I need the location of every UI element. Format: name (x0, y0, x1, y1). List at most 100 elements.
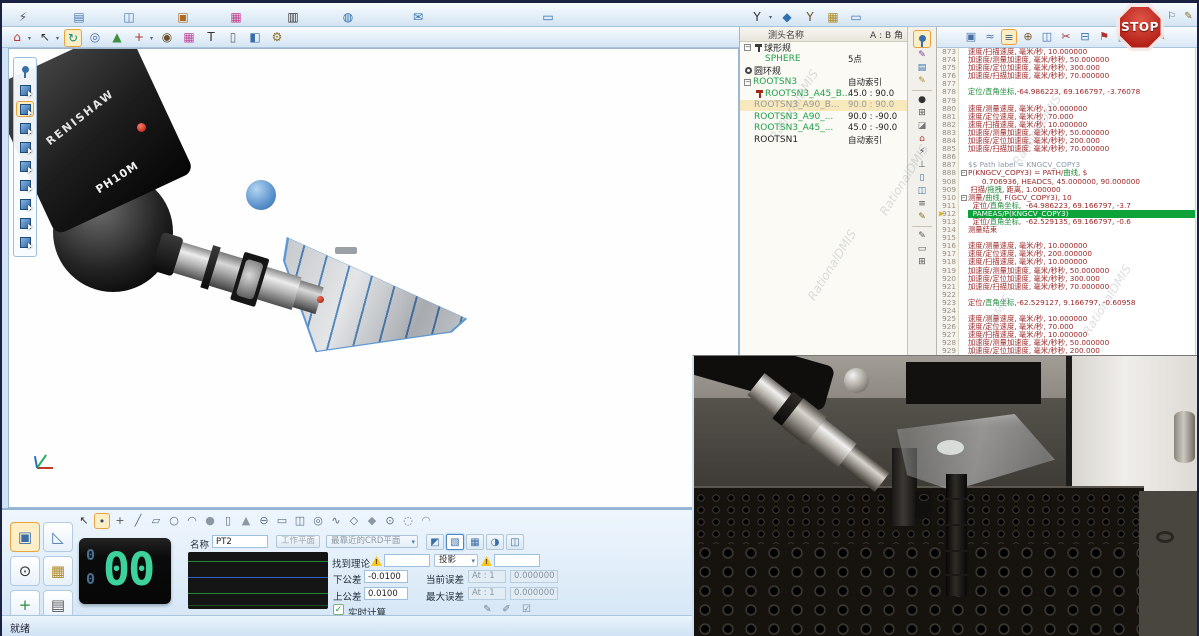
lower-tolerance-input[interactable] (364, 570, 408, 583)
copy-lines-icon[interactable]: ◫ (1039, 29, 1055, 45)
ring-icon[interactable]: ◌ (400, 513, 416, 529)
code-editor[interactable]: 873速度/扫描速度, 毫米/秒, 10.000000874加速度/测量加速度,… (937, 48, 1195, 357)
probe-tree-row[interactable]: ROOTSN3_A45_...45.0 : -90.0 (740, 123, 907, 135)
select-cube-icon[interactable] (16, 101, 34, 117)
select-edge-icon[interactable] (16, 139, 34, 155)
remote-monitor-icon[interactable]: ▭ (539, 9, 557, 27)
cylinder-icon[interactable]: ▯ (220, 513, 236, 529)
fold-box-icon[interactable]: − (961, 170, 967, 176)
realtime-checkbox[interactable]: ✓ (333, 604, 344, 615)
window-layout-icon[interactable]: ◫ (120, 9, 138, 27)
projection-input[interactable] (494, 554, 540, 567)
probe-tree-row[interactable]: ROOTSN3_A45_B...45.0 : 90.0 (740, 88, 907, 100)
copy-add-icon[interactable]: ◫ (914, 185, 931, 197)
text-label-icon[interactable]: T (202, 29, 220, 47)
torus-icon[interactable]: ◎ (310, 513, 326, 529)
pen-edit-icon[interactable]: ✎ (1181, 10, 1196, 25)
note-edit-icon[interactable]: ✎ (914, 75, 931, 87)
list-view-icon[interactable]: ≡ (914, 198, 931, 210)
scene-tree-icon[interactable]: ▲ (108, 29, 126, 47)
gear-pick-icon[interactable]: ⚙ (268, 29, 286, 47)
expand-box-icon[interactable]: − (744, 79, 751, 86)
code-line[interactable]: 914测量结束 (937, 226, 1195, 234)
tab-table[interactable]: ▦ (466, 534, 484, 550)
stack-icon[interactable]: ◫ (292, 513, 308, 529)
monitor-add-icon[interactable]: ⊞ (914, 256, 931, 268)
viewport-pin-icon[interactable] (16, 61, 34, 79)
probe-tree-row[interactable]: −球形规 (740, 42, 907, 54)
printer-icon[interactable]: ▥ (284, 9, 302, 27)
zoom-region-icon[interactable]: ◎ (86, 29, 104, 47)
code-line[interactable]: 878定位/直角坐标,-64.986223, 69.166797, -3.760… (937, 88, 1195, 96)
name-input[interactable] (212, 535, 268, 548)
note-2-icon[interactable]: ✎ (914, 211, 931, 223)
fold-box-icon[interactable]: − (961, 195, 967, 201)
probe-tree-row[interactable]: −ROOTSN3自动索引 (740, 77, 907, 89)
projection-dropdown[interactable]: 投影 (434, 554, 478, 567)
ellipse-icon[interactable]: ⊖ (256, 513, 272, 529)
coord-axes-icon[interactable]: + (130, 29, 148, 47)
3d-viewport[interactable]: RENISHAW PH10M (8, 48, 739, 508)
spin-view-icon[interactable] (16, 177, 34, 193)
toolbox-icon[interactable]: ▦ (824, 9, 842, 27)
save-icon[interactable]: ▣ (963, 29, 979, 45)
probe-pick-icon[interactable]: ↖ (76, 513, 92, 529)
probe-angle-icon[interactable]: Y (801, 9, 819, 27)
probe-stand-icon[interactable]: ⊥ (914, 159, 931, 171)
pointer-dropdown-arrow[interactable]: ▾ (56, 35, 59, 42)
line-list-icon[interactable]: ≡ (1001, 29, 1017, 45)
home-align-icon[interactable]: ⌂ (914, 133, 931, 145)
plane-dropdown[interactable]: 最靠近的CRD平面 (326, 535, 418, 548)
globe-icon[interactable]: ◍ (339, 9, 357, 27)
visibility-eye-icon[interactable]: ◉ (158, 29, 176, 47)
cone-icon[interactable]: ▲ (238, 513, 254, 529)
outline-icon[interactable]: ≈ (982, 29, 998, 45)
probe-tree-row[interactable]: ROOTSN3_A90_B...90.0 : 90.0 (740, 100, 907, 112)
sphere-tool-icon[interactable]: ◆ (778, 9, 796, 27)
probe-tree-row[interactable]: 圆环规 (740, 65, 907, 77)
tab-angle[interactable]: ◑ (486, 534, 504, 550)
expand-box-icon[interactable]: − (744, 44, 751, 51)
curve-icon[interactable]: ∿ (328, 513, 344, 529)
point-icon[interactable]: • (94, 513, 110, 529)
align-point-icon[interactable]: + (112, 513, 128, 529)
coord-axes-dropdown-arrow[interactable]: ▾ (150, 35, 153, 42)
select-face-icon[interactable] (16, 120, 34, 136)
flatten-icon[interactable]: ◪ (914, 120, 931, 132)
rotate-view-icon[interactable] (16, 158, 34, 174)
code-line[interactable]: 885加速度/扫描加速度, 毫米/秒秒, 70.000000 (937, 145, 1195, 153)
view-reset-icon[interactable]: ↻ (64, 29, 82, 47)
workplane-button[interactable]: 工作平面 (276, 535, 320, 548)
tab-probe[interactable]: ◩ (426, 534, 444, 550)
caliper-button[interactable]: ◺ (43, 522, 73, 552)
paste-back-icon[interactable]: ⊟ (1077, 29, 1093, 45)
pick-cube-icon[interactable]: ◧ (246, 29, 264, 47)
probe-tree-row[interactable]: ROOTSN3_A90_...90.0 : -90.0 (740, 111, 907, 123)
package-icon[interactable]: ▣ (174, 9, 192, 27)
upper-tolerance-input[interactable] (364, 587, 408, 600)
flag-marker-icon[interactable]: ⚐ (1164, 10, 1179, 25)
home-view-dropdown-arrow[interactable]: ▾ (28, 35, 31, 42)
select-none-icon[interactable] (16, 82, 34, 98)
cut-icon[interactable]: ✂ (1058, 29, 1074, 45)
pointer-icon[interactable]: ↖ (36, 29, 54, 47)
cylinder-clip-icon[interactable]: ▯ (224, 29, 242, 47)
helmet-ruler-button[interactable]: ▦ (43, 556, 73, 586)
pan-hand-icon[interactable]: ⊕ (1020, 29, 1036, 45)
screen-view-icon[interactable]: ▭ (847, 9, 865, 27)
slot-icon[interactable]: ▭ (274, 513, 290, 529)
home-view-icon[interactable]: ⌂ (8, 29, 26, 47)
document-icon[interactable]: ▤ (70, 9, 88, 27)
probe-pick-icon[interactable] (16, 234, 34, 250)
line-icon[interactable]: ╱ (130, 513, 146, 529)
theory-input[interactable] (384, 554, 430, 567)
hexagon-icon[interactable]: ◆ (364, 513, 380, 529)
circle-icon[interactable]: ○ (166, 513, 182, 529)
pan-sheet-icon[interactable] (16, 196, 34, 212)
doc-export-icon[interactable]: ▯ (914, 172, 931, 184)
arc-icon[interactable]: ◠ (184, 513, 200, 529)
code-scrollbar[interactable] (1195, 48, 1199, 357)
disc-icon[interactable]: ⊙ (382, 513, 398, 529)
color-swatch-icon[interactable]: ▦ (180, 29, 198, 47)
probe-tree-row[interactable]: ROOTSN1自动索引 (740, 134, 907, 146)
